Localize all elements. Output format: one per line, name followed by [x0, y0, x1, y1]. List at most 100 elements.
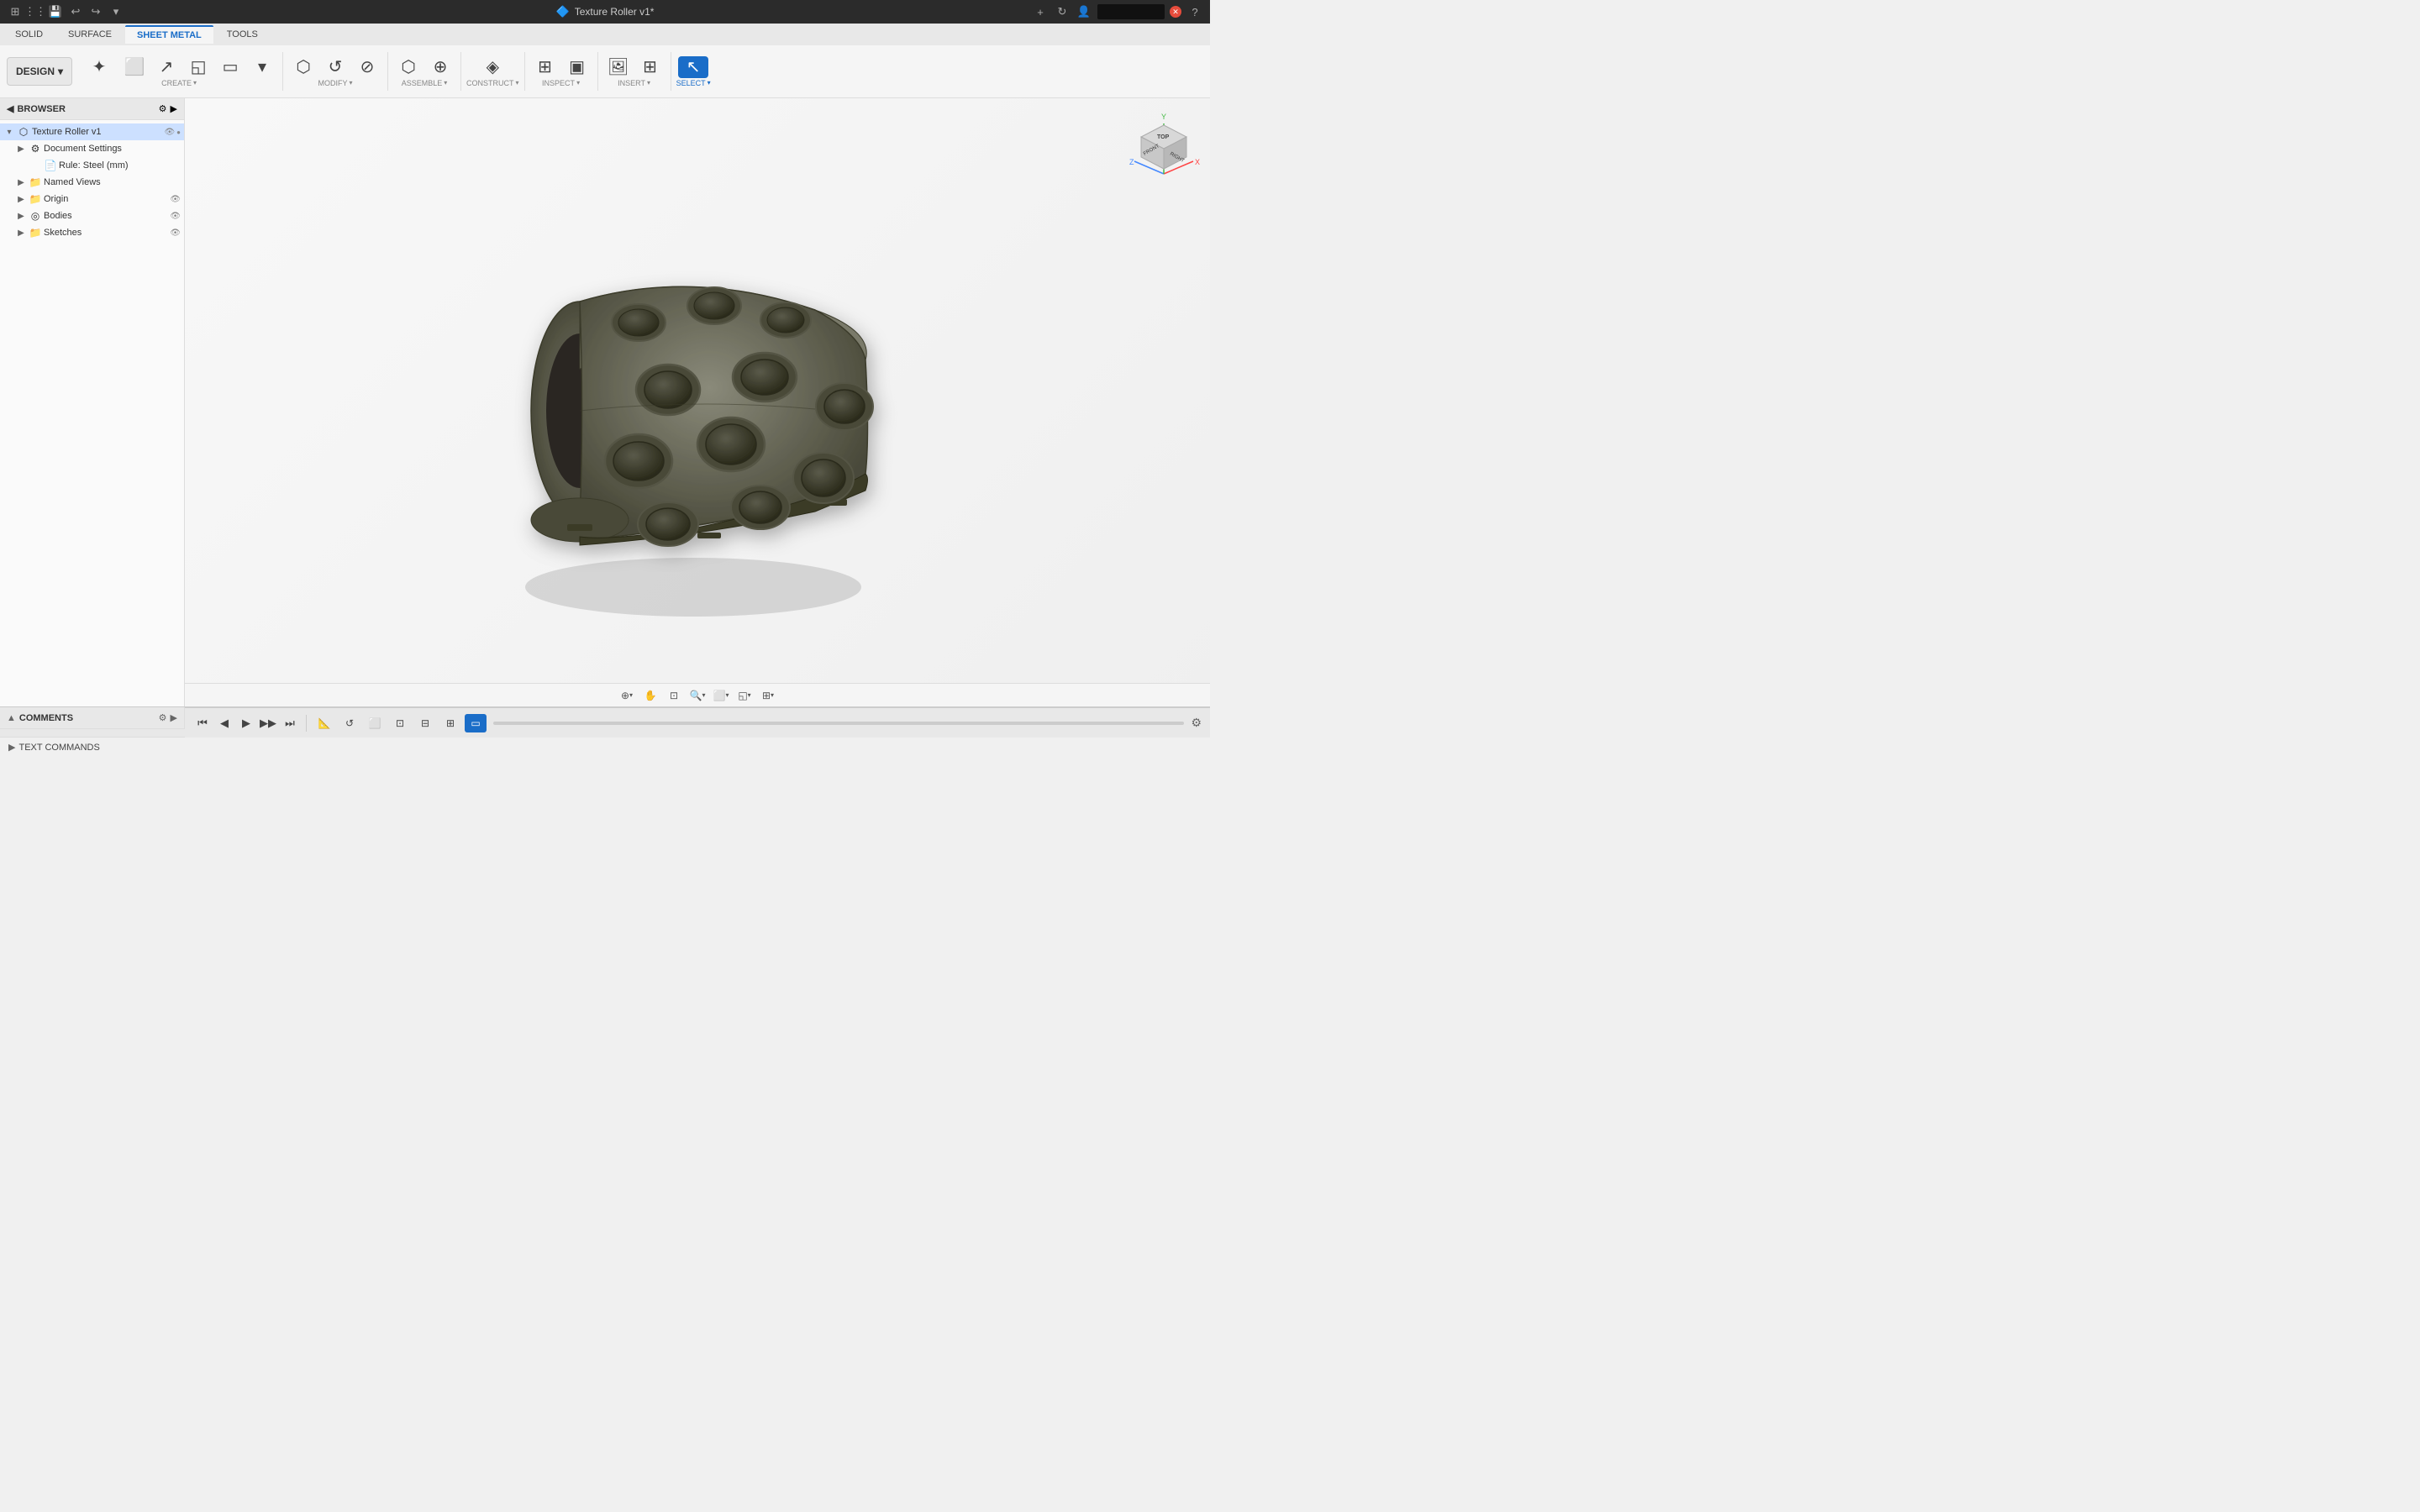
insert-buttons: 🖼 ⊞	[603, 56, 666, 78]
viewcube[interactable]: Z X Y TOP RIGHT FRONT	[1126, 107, 1202, 182]
assemble-btn-more[interactable]: ⊕	[425, 56, 455, 78]
text-commands-bar: ▶ TEXT COMMANDS	[0, 737, 1210, 757]
origin-eye-icon[interactable]: 👁	[170, 195, 181, 204]
orbit-btn[interactable]: ⊕ ▾	[617, 686, 637, 705]
text-commands-arrow-icon[interactable]: ▶	[8, 742, 15, 753]
create-btn-new-component[interactable]: ✦	[81, 56, 118, 78]
account-icon[interactable]: 👤	[1076, 3, 1092, 20]
insert-btn-decal[interactable]: ⊞	[635, 56, 666, 78]
comments-settings-icon[interactable]: ⚙	[159, 712, 167, 723]
anim-tool-sketch[interactable]: 📐	[313, 714, 335, 732]
undo-icon[interactable]: ↩	[67, 3, 84, 20]
orbit-icon: ⊕	[621, 690, 629, 701]
anim-tool-minus[interactable]: ⊟	[414, 714, 436, 732]
insert-btn-canvas[interactable]: 🖼	[603, 56, 634, 78]
select-label: SELECT ▾	[676, 79, 711, 87]
select-section: ↖ SELECT ▾	[676, 56, 711, 87]
anim-tool-rect[interactable]: ⬜	[364, 714, 386, 732]
create-btn-extrude[interactable]: ⬜	[119, 56, 150, 78]
anim-go-start[interactable]: ⏮	[193, 714, 212, 732]
sketches-eye-icon[interactable]: 👁	[170, 228, 181, 238]
anim-play[interactable]: ▶	[237, 714, 255, 732]
doc-settings-expander[interactable]: ▶	[15, 144, 27, 154]
root-eye-icon[interactable]: 👁	[164, 128, 175, 137]
close-button[interactable]: ✕	[1170, 6, 1181, 18]
redo-icon[interactable]: ↪	[87, 3, 104, 20]
modify-btn-more[interactable]: ⊘	[352, 56, 382, 78]
bodies-expander[interactable]: ▶	[15, 212, 27, 221]
display-mode-btn[interactable]: ⬜ ▾	[711, 686, 731, 705]
origin-label: Origin	[44, 194, 168, 204]
anim-tool-rotate[interactable]: ↺	[339, 714, 360, 732]
window-title: 🔷 Texture Roller v1*	[556, 5, 655, 18]
effects-btn[interactable]: ◱ ▾	[734, 686, 755, 705]
browser-settings-icon[interactable]: ⚙	[159, 103, 167, 114]
comments-expand-icon[interactable]: ▶	[171, 712, 177, 723]
origin-expander[interactable]: ▶	[15, 195, 27, 204]
named-views-expander[interactable]: ▶	[15, 178, 27, 187]
create-btn-sweep[interactable]: ◱	[183, 56, 213, 78]
tree-item-bodies[interactable]: ▶ ◎ Bodies 👁	[0, 207, 184, 224]
tab-tools[interactable]: TOOLS	[215, 25, 270, 44]
inspect-btn-section[interactable]: ▣	[562, 56, 592, 78]
inspect-section: ⊞ ▣ INSPECT ▾	[530, 56, 592, 87]
modify-section: ⬡ ↺ ⊘ MODIFY ▾	[288, 56, 382, 87]
zoom-btn[interactable]: 🔍 ▾	[687, 686, 708, 705]
anim-next[interactable]: ▶▶	[259, 714, 277, 732]
bodies-label: Bodies	[44, 211, 168, 221]
anim-tool-timeline[interactable]: ▭	[465, 714, 487, 732]
anim-tool-grid[interactable]: ⊡	[389, 714, 411, 732]
help-icon[interactable]: ?	[1186, 3, 1203, 20]
pan-btn[interactable]: ✋	[640, 686, 660, 705]
anim-tool-plus[interactable]: ⊞	[439, 714, 461, 732]
modify-btn-shell[interactable]: ↺	[320, 56, 350, 78]
root-expander[interactable]: ▾	[3, 128, 15, 137]
tree-item-origin[interactable]: ▶ 📁 Origin 👁	[0, 191, 184, 207]
display-arrow-icon: ▾	[725, 691, 729, 699]
apps-icon[interactable]: ⋮⋮	[27, 3, 44, 20]
anim-prev[interactable]: ◀	[215, 714, 234, 732]
more-icon[interactable]: ▾	[108, 3, 124, 20]
effects-icon: ◱	[738, 690, 747, 701]
section-icon: ▣	[569, 59, 585, 76]
app-grid-icon[interactable]: ⊞	[7, 3, 24, 20]
anim-divider	[306, 715, 307, 732]
anim-settings-icon[interactable]: ⚙	[1191, 716, 1202, 730]
inspect-btn-measure[interactable]: ⊞	[530, 56, 560, 78]
tab-surface[interactable]: SURFACE	[56, 25, 124, 44]
comments-collapse-icon[interactable]: ▲	[7, 713, 16, 723]
create-btn-loft[interactable]: ▭	[215, 56, 245, 78]
anim-go-end[interactable]: ⏭	[281, 714, 299, 732]
select-section-arrow-icon: ▾	[708, 79, 711, 87]
design-arrow-icon: ▾	[58, 66, 63, 77]
tree-item-sketches[interactable]: ▶ 📁 Sketches 👁	[0, 224, 184, 241]
tree-item-root[interactable]: ▾ ⬡ Texture Roller v1 👁 ●	[0, 123, 184, 140]
tab-sheet-metal[interactable]: SHEET METAL	[125, 25, 213, 44]
bottom-bar: ▲ COMMENTS ⚙ ▶ ⏮ ◀ ▶ ▶▶ ⏭ 📐 ↺ ⬜ ⊡ ⊟ ⊞ ▭ …	[0, 706, 1210, 737]
save-icon[interactable]: 💾	[47, 3, 64, 20]
canvas-area: Z X Y TOP RIGHT FRONT	[185, 98, 1210, 706]
assemble-btn-joint[interactable]: ⬡	[393, 56, 424, 78]
browser-collapse-icon[interactable]: ◀	[7, 103, 13, 114]
grid-btn[interactable]: ⊞ ▾	[758, 686, 778, 705]
zoom-fit-btn[interactable]: ⊡	[664, 686, 684, 705]
design-button[interactable]: DESIGN ▾	[7, 57, 72, 86]
sketches-expander[interactable]: ▶	[15, 228, 27, 238]
joint-icon: ⬡	[401, 59, 415, 76]
create-btn-more[interactable]: ▾	[247, 56, 277, 78]
tree-item-rule[interactable]: 📄 Rule: Steel (mm)	[0, 157, 184, 174]
timeline-scrubber[interactable]	[493, 722, 1184, 725]
create-btn-revolve[interactable]: ↗	[151, 56, 182, 78]
tree-item-doc-settings[interactable]: ▶ ⚙ Document Settings	[0, 140, 184, 157]
text-commands-label: TEXT COMMANDS	[18, 743, 99, 753]
add-tab-icon[interactable]: +	[1032, 3, 1049, 20]
tree-item-named-views[interactable]: ▶ 📁 Named Views	[0, 174, 184, 191]
tab-solid[interactable]: SOLID	[3, 25, 55, 44]
modify-btn-fillet[interactable]: ⬡	[288, 56, 318, 78]
construct-btn-plane[interactable]: ◈	[474, 56, 511, 78]
help-update-icon[interactable]: ↻	[1054, 3, 1071, 20]
browser-expand-icon[interactable]: ▶	[171, 103, 177, 114]
select-btn[interactable]: ↖	[678, 56, 708, 78]
viewport[interactable]: Z X Y TOP RIGHT FRONT	[185, 98, 1210, 706]
bodies-eye-icon[interactable]: 👁	[170, 212, 181, 221]
